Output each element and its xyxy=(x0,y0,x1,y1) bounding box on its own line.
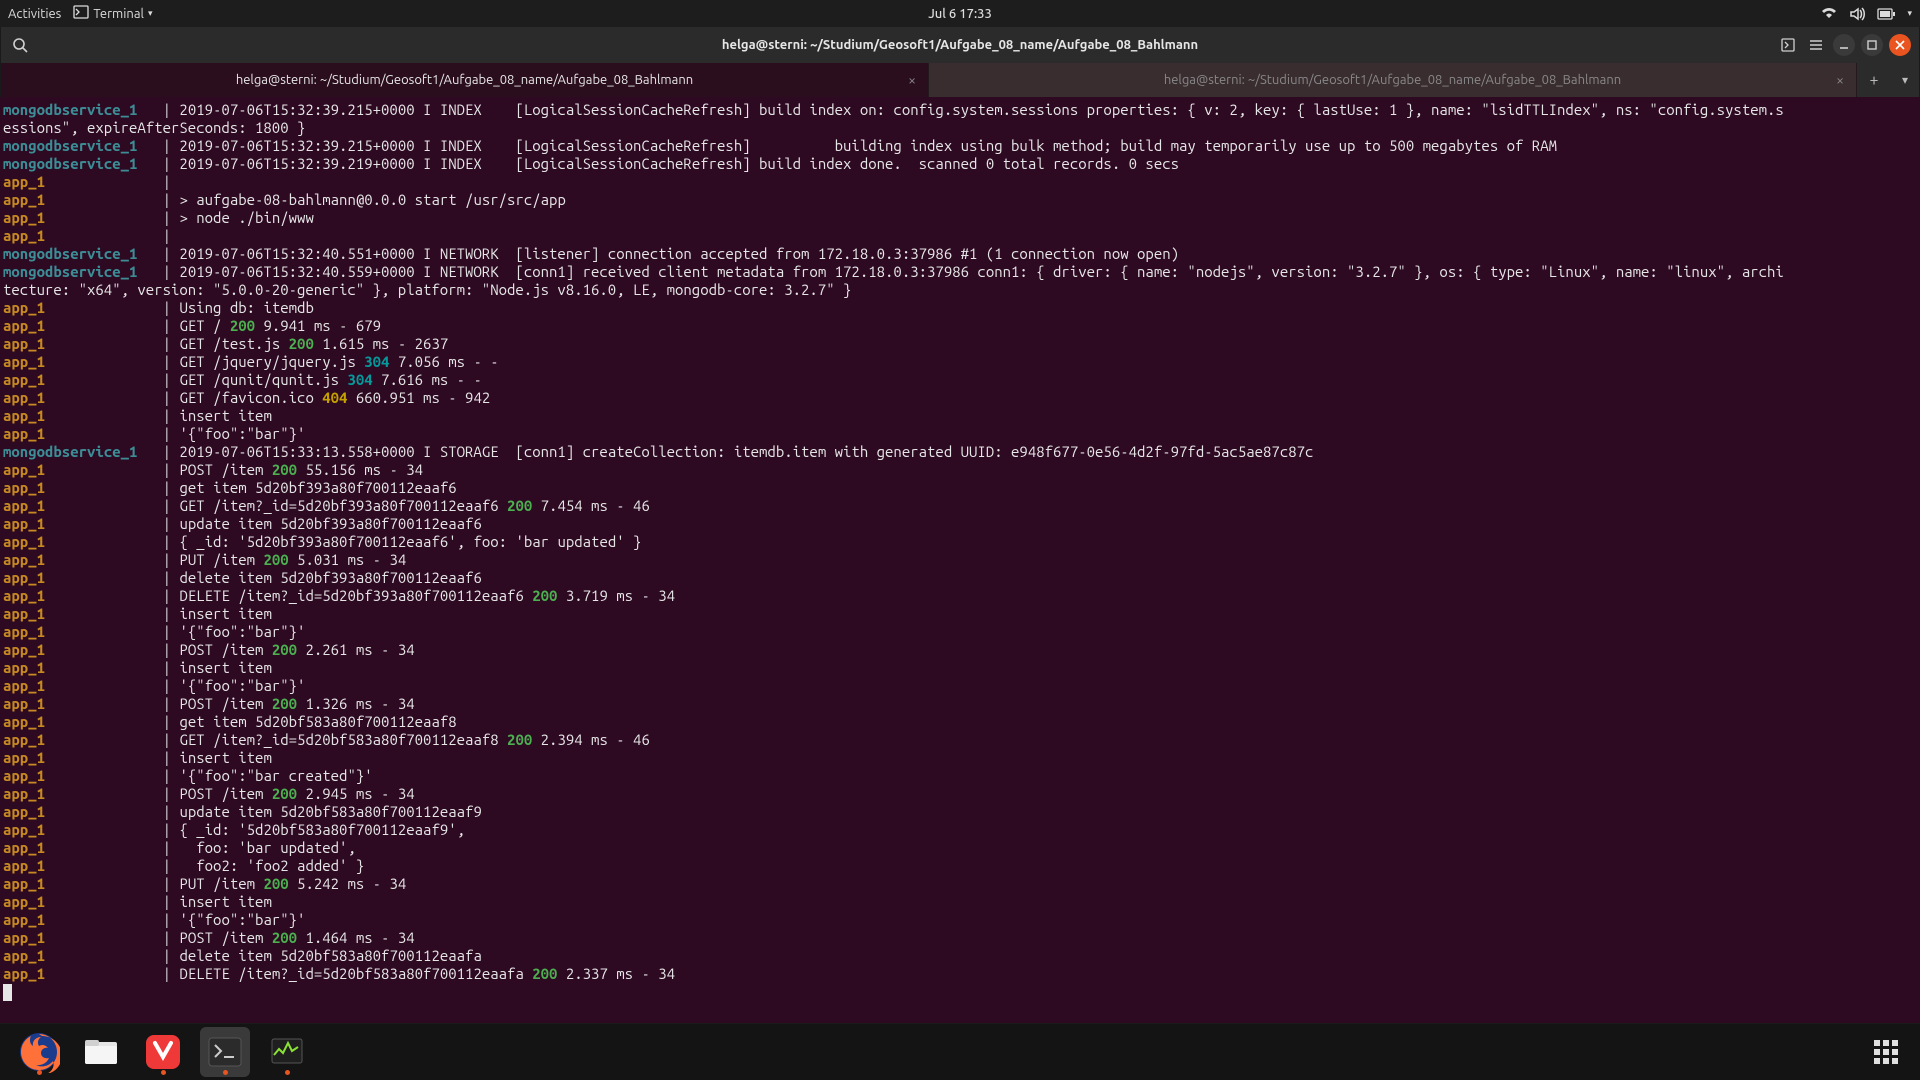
app-menu-label: Terminal xyxy=(93,7,144,21)
terminal-tab-1[interactable]: helga@sterni: ~/Studium/Geosoft1/Aufgabe… xyxy=(1,63,929,97)
new-tab-button[interactable] xyxy=(1777,34,1799,56)
terminal-tabbar: helga@sterni: ~/Studium/Geosoft1/Aufgabe… xyxy=(0,63,1920,97)
battery-icon[interactable] xyxy=(1877,8,1895,20)
dock-system-monitor[interactable] xyxy=(262,1027,312,1077)
volume-icon[interactable] xyxy=(1849,6,1865,22)
wifi-icon[interactable] xyxy=(1821,6,1837,22)
tab-label: helga@sterni: ~/Studium/Geosoft1/Aufgabe… xyxy=(236,73,693,87)
close-icon[interactable]: × xyxy=(1836,72,1844,88)
hamburger-menu[interactable] xyxy=(1805,34,1827,56)
maximize-button[interactable] xyxy=(1861,34,1883,56)
gnome-top-bar: Activities Terminal ▾ Jul 6 17:33 ▾ xyxy=(0,0,1920,27)
search-button[interactable] xyxy=(9,34,31,56)
tab-menu-arrow[interactable]: ▾ xyxy=(1891,63,1919,97)
chevron-down-icon: ▾ xyxy=(148,8,153,19)
terminal-output[interactable]: mongodbservice_1 | 2019-07-06T15:32:39.2… xyxy=(0,97,1920,1023)
dock-firefox[interactable] xyxy=(14,1027,64,1077)
show-applications[interactable] xyxy=(1874,1040,1898,1064)
clock[interactable]: Jul 6 17:33 xyxy=(928,7,992,21)
minimize-button[interactable] xyxy=(1833,34,1855,56)
tab-label: helga@sterni: ~/Studium/Geosoft1/Aufgabe… xyxy=(1164,73,1621,87)
close-icon[interactable]: × xyxy=(908,72,916,88)
terminal-tab-2[interactable]: helga@sterni: ~/Studium/Geosoft1/Aufgabe… xyxy=(929,63,1857,97)
dock-terminal[interactable] xyxy=(200,1027,250,1077)
app-menu[interactable]: Terminal ▾ xyxy=(73,4,152,23)
new-tab-plus[interactable]: + xyxy=(1857,63,1891,97)
activities-button[interactable]: Activities xyxy=(8,7,61,21)
terminal-icon xyxy=(73,4,89,23)
chevron-down-icon[interactable]: ▾ xyxy=(1907,8,1912,19)
dock-files[interactable] xyxy=(76,1027,126,1077)
window-headerbar: helga@sterni: ~/Studium/Geosoft1/Aufgabe… xyxy=(0,27,1920,63)
close-button[interactable] xyxy=(1889,34,1911,56)
dock xyxy=(0,1024,1920,1080)
window-title: helga@sterni: ~/Studium/Geosoft1/Aufgabe… xyxy=(722,38,1198,52)
dock-vivaldi[interactable] xyxy=(138,1027,188,1077)
